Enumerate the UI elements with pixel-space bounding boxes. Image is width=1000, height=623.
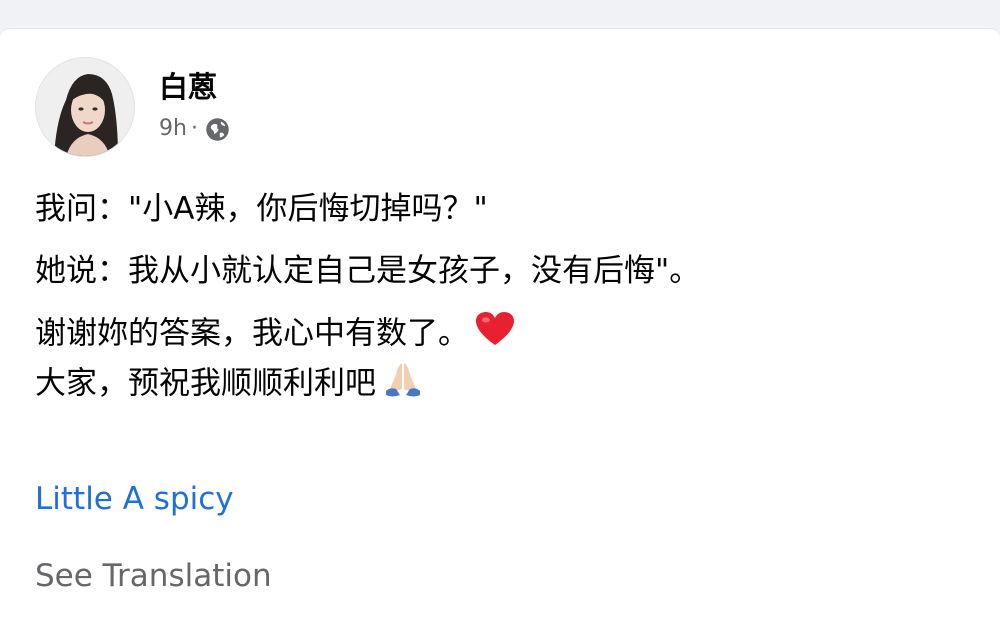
post-text-line-2: 她说：我从小就认定自己是女孩子，没有后悔"。 xyxy=(35,253,701,289)
post-header: 白蒽 9h · xyxy=(35,57,231,157)
post-meta: 白蒽 9h · xyxy=(159,69,231,157)
avatar[interactable] xyxy=(35,57,135,157)
praying-hands-icon xyxy=(382,359,424,411)
post-time[interactable]: 9h xyxy=(159,115,187,143)
post-card: 白蒽 9h · 我问："小A辣，你后悔切掉吗？" 她说：我从小就认定自己是女孩子… xyxy=(0,28,1000,623)
post-text-line-4: 大家，预祝我顺顺利利吧 xyxy=(35,365,376,402)
author-name[interactable]: 白蒽 xyxy=(159,69,231,105)
post-body: 我问："小A辣，你后悔切掉吗？" 她说：我从小就认定自己是女孩子，没有后悔"。 … xyxy=(35,187,700,411)
see-translation-button[interactable]: See Translation xyxy=(35,556,272,596)
post-text-line-1: 我问："小A辣，你后悔切掉吗？" xyxy=(35,191,488,227)
globe-icon[interactable] xyxy=(204,116,231,143)
page-link[interactable]: Little A spicy xyxy=(35,479,234,519)
post-text-line-3-wrap: 谢谢妳的答案，我心中有数了。 xyxy=(35,311,700,359)
post-subline: 9h · xyxy=(159,115,231,143)
post-text-line-3: 谢谢妳的答案，我心中有数了。 xyxy=(35,315,469,352)
post-text-line-4-wrap: 大家，预祝我顺顺利利吧 xyxy=(35,359,700,411)
separator-dot: · xyxy=(190,116,198,141)
heart-icon xyxy=(475,311,515,359)
